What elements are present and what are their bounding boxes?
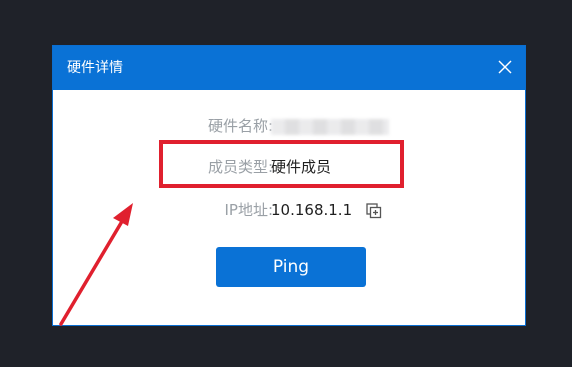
ping-button[interactable]: Ping xyxy=(216,247,366,287)
ip-address-value: 10.168.1.1 xyxy=(271,201,353,219)
row-ip-address: IP地址: 10.168.1.1 xyxy=(53,197,525,223)
annotation-highlight-box xyxy=(159,140,404,188)
row-hardware-name: 硬件名称: xyxy=(53,113,525,139)
close-icon[interactable] xyxy=(495,57,515,77)
hardware-name-value-redacted xyxy=(271,119,389,135)
copy-icon[interactable] xyxy=(364,201,384,221)
dialog-titlebar: 硬件详情 xyxy=(53,46,525,90)
hardware-name-label: 硬件名称: xyxy=(207,117,273,135)
ip-address-label: IP地址: xyxy=(224,201,273,219)
dialog-title: 硬件详情 xyxy=(67,60,123,76)
